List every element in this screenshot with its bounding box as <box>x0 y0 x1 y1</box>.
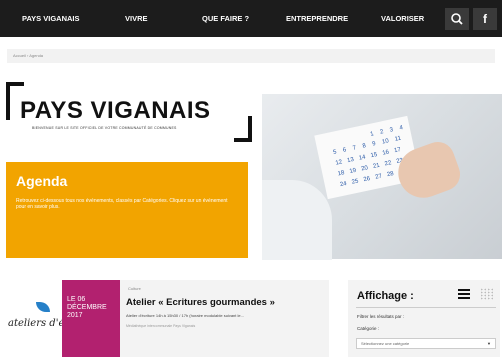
svg-text:18: 18 <box>337 170 345 177</box>
event-location: Médiathèque intercommunale Pays Viganais <box>126 324 196 328</box>
nav-item-vivre[interactable]: VIVRE <box>125 0 148 37</box>
svg-text:15: 15 <box>370 152 378 159</box>
filter-label: Filtrer les résultats par : <box>357 314 405 319</box>
agenda-banner: Agenda Retrouvez ci-dessous tous nos évé… <box>6 162 248 258</box>
svg-text:8: 8 <box>362 143 367 150</box>
event-description: Atelier d'écriture 14h à 15h30 / 17h (ho… <box>126 313 244 318</box>
list-view-icon[interactable] <box>458 289 470 299</box>
display-title: Affichage : <box>357 290 414 302</box>
event-card[interactable] <box>120 280 329 357</box>
svg-text:3: 3 <box>389 127 394 134</box>
nav-item-que-faire[interactable]: QUE FAIRE ? <box>202 0 249 37</box>
svg-text:5: 5 <box>333 149 338 156</box>
svg-text:7: 7 <box>352 145 357 152</box>
hero-sleeve <box>262 180 332 260</box>
svg-text:21: 21 <box>372 163 380 170</box>
nav-item-entreprendre[interactable]: ENTREPRENDRE <box>286 0 348 37</box>
event-tag: Culture <box>128 286 141 291</box>
svg-text:9: 9 <box>372 141 377 148</box>
chevron-down-icon: ▼ <box>487 341 491 346</box>
svg-text:24: 24 <box>340 181 348 188</box>
search-icon <box>451 13 463 25</box>
svg-text:6: 6 <box>342 147 347 154</box>
event-date-day: LE 06 <box>67 296 86 303</box>
event-title[interactable]: Atelier « Ecritures gourmandes » <box>126 297 275 308</box>
category-select-value: Sélectionnez une catégorie <box>361 341 410 346</box>
category-label: Catégorie : <box>357 326 380 331</box>
svg-text:17: 17 <box>394 147 402 154</box>
nav-item-valoriser[interactable]: VALORISER <box>381 0 424 37</box>
svg-text:26: 26 <box>363 176 371 183</box>
logo-subtitle: BIENVENUE SUR LE SITE OFFICIEL DE VOTRE … <box>32 126 177 130</box>
svg-text:13: 13 <box>347 157 355 164</box>
facebook-icon[interactable]: f <box>473 8 497 30</box>
site-logo[interactable]: PAYS VIGANAIS BIENVENUE SUR LE SITE OFFI… <box>6 82 252 142</box>
svg-text:11: 11 <box>394 136 402 143</box>
logo-corner-bottom-right <box>234 116 252 142</box>
divider <box>356 307 496 308</box>
event-date: LE 06 DÉCEMBRE 2017 <box>67 296 107 320</box>
svg-text:12: 12 <box>335 159 343 166</box>
event-date-year: 2017 <box>67 312 83 319</box>
agenda-title: Agenda <box>16 173 68 189</box>
agenda-description: Retrouvez ci-dessous tous nos événements… <box>16 198 228 210</box>
svg-text:1: 1 <box>370 131 375 138</box>
svg-text:28: 28 <box>387 171 395 178</box>
svg-text:16: 16 <box>382 149 390 156</box>
event-date-month: DÉCEMBRE <box>67 304 107 311</box>
nav-item-pays-viganais[interactable]: PAYS VIGANAIS <box>22 0 80 37</box>
search-button[interactable] <box>445 8 469 30</box>
grid-view-icon[interactable] <box>480 288 494 300</box>
svg-text:19: 19 <box>349 168 357 175</box>
category-select[interactable]: Sélectionnez une catégorie ▼ <box>356 338 496 349</box>
logo-title: PAYS VIGANAIS <box>20 97 211 124</box>
svg-text:22: 22 <box>384 160 392 167</box>
svg-text:27: 27 <box>375 173 383 180</box>
main-nav: PAYS VIGANAIS VIVRE QUE FAIRE ? ENTREPRE… <box>0 0 502 37</box>
svg-text:2: 2 <box>380 129 385 136</box>
breadcrumb[interactable]: Accueil › Agenda <box>7 49 495 63</box>
svg-text:4: 4 <box>399 125 404 132</box>
svg-text:25: 25 <box>351 178 359 185</box>
svg-text:20: 20 <box>361 165 369 172</box>
svg-text:14: 14 <box>358 154 366 161</box>
svg-text:10: 10 <box>382 138 390 145</box>
